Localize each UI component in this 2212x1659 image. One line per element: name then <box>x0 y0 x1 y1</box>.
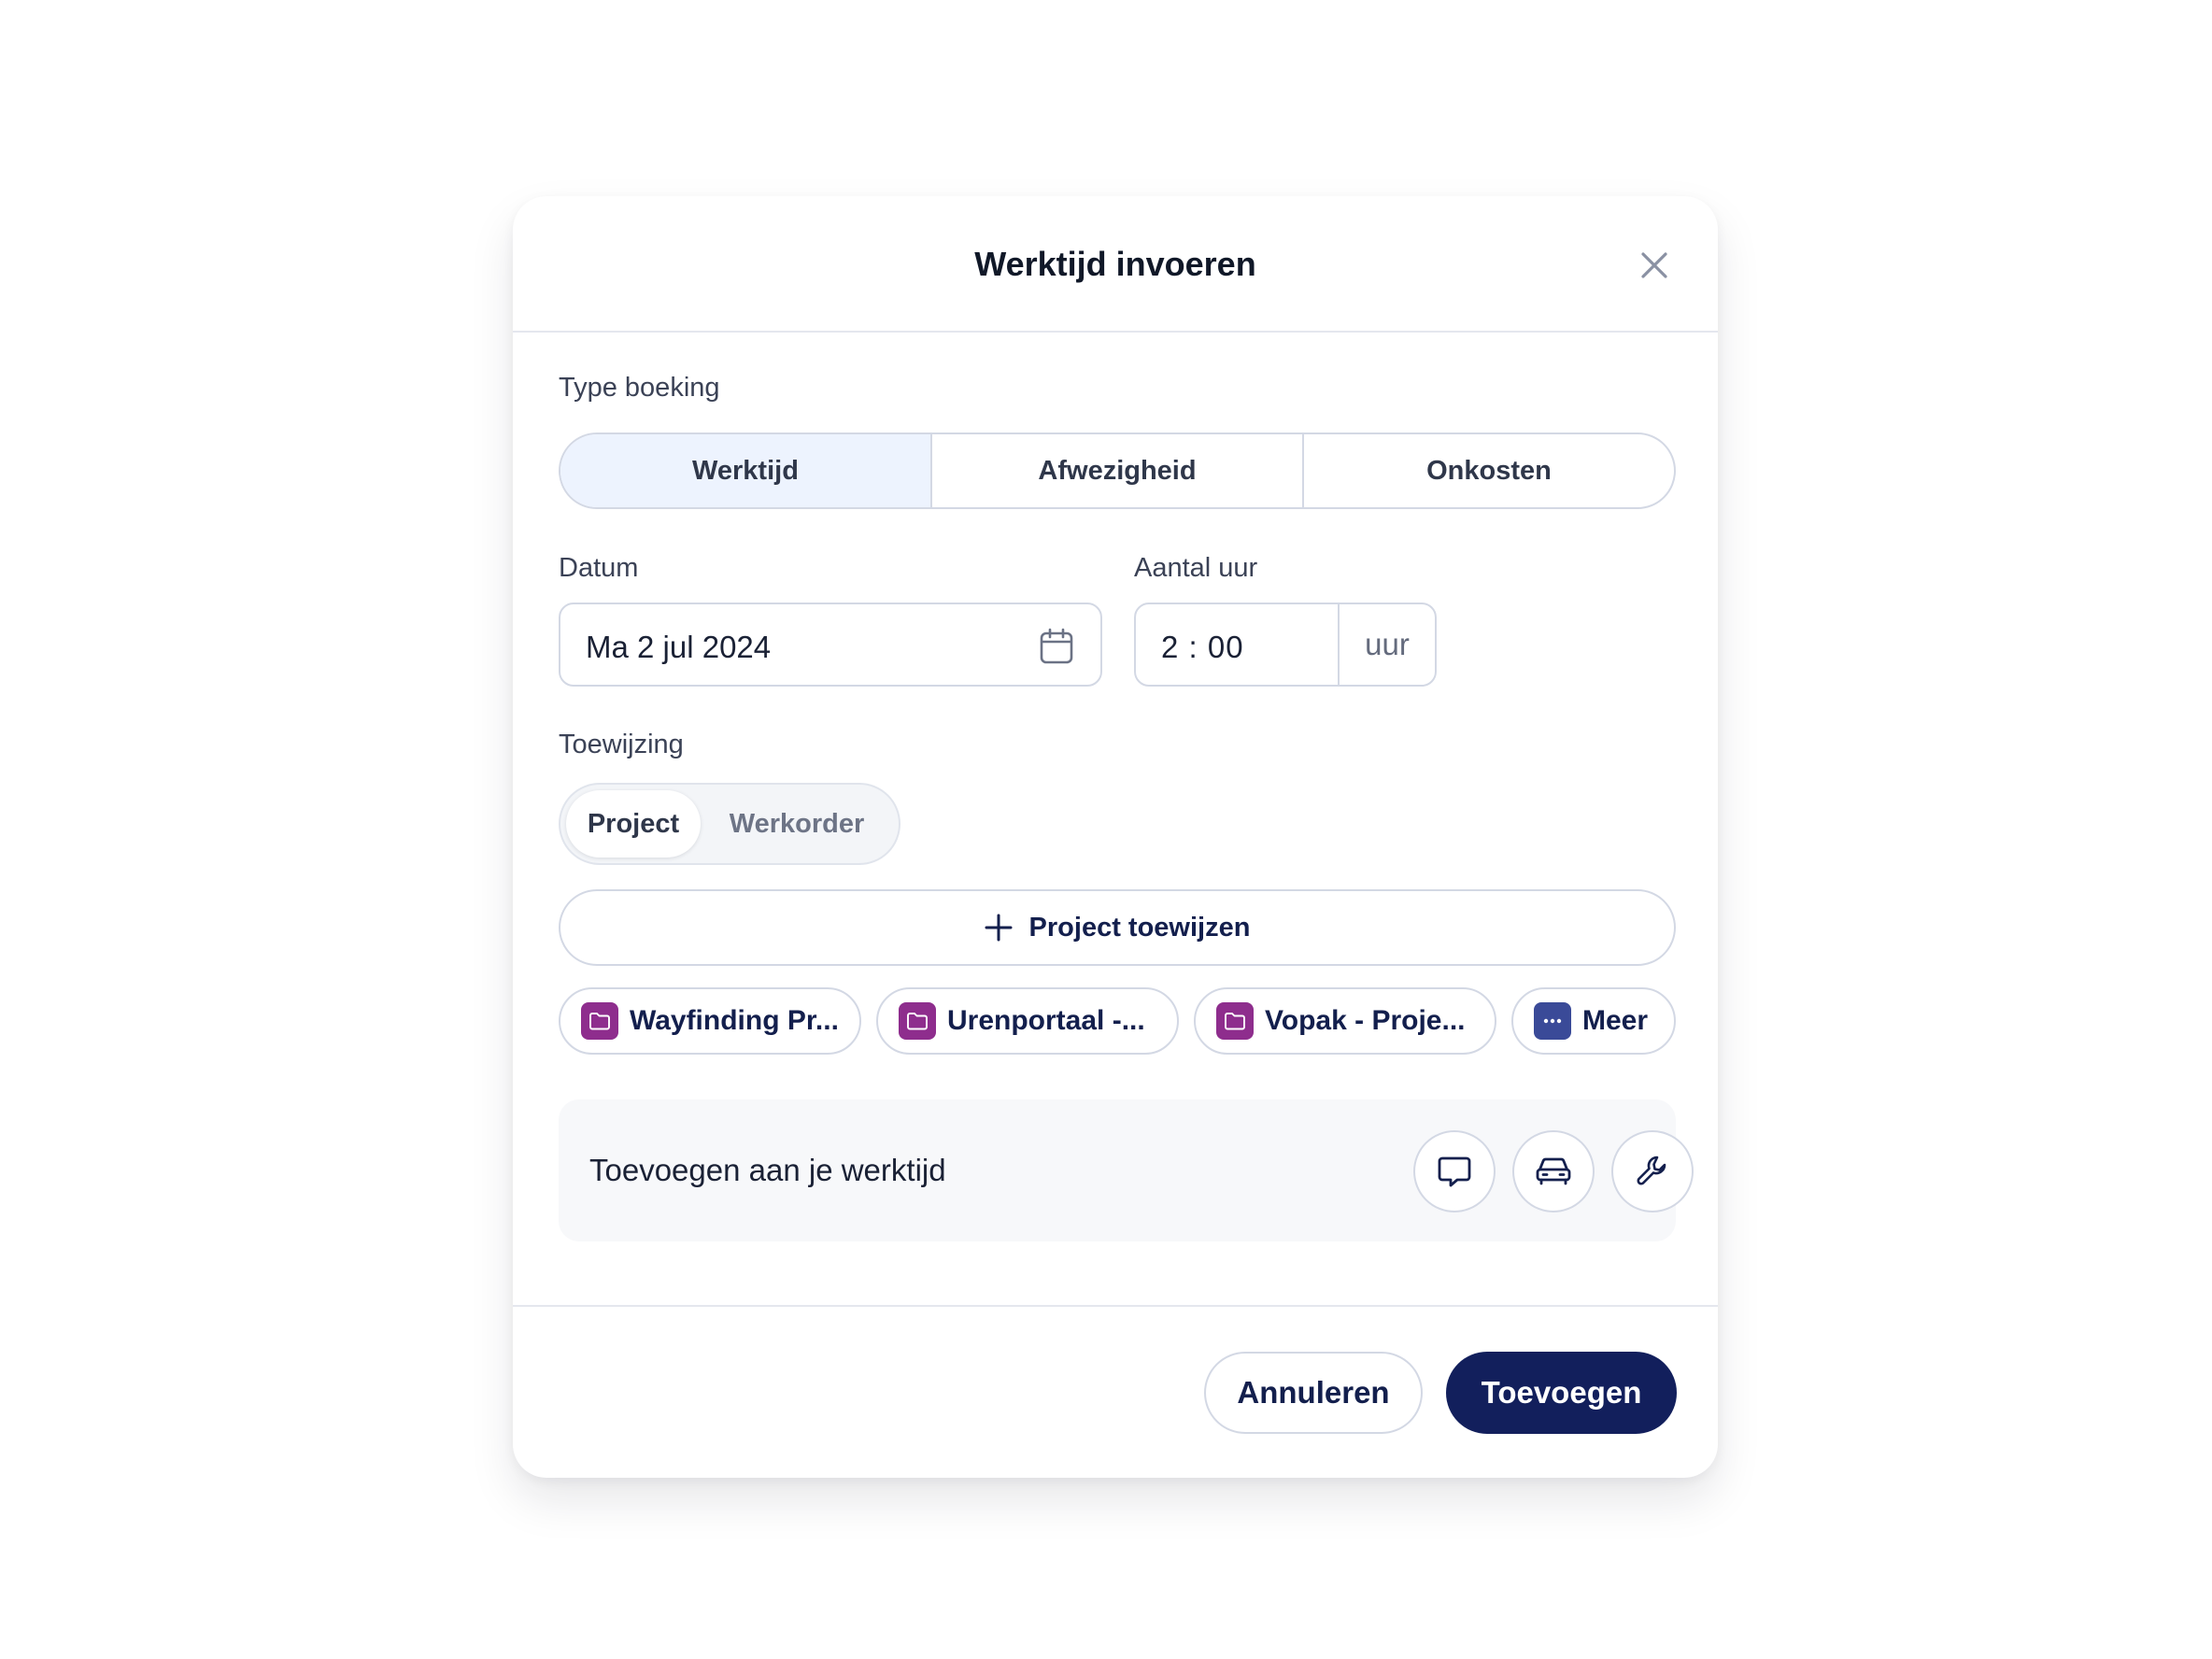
date-value: Ma 2 jul 2024 <box>586 630 772 664</box>
segment-onkosten[interactable]: Onkosten <box>1304 434 1674 507</box>
booking-type-label: Type boeking <box>559 373 720 403</box>
date-label: Datum <box>559 553 639 583</box>
comment-icon <box>1438 1156 1471 1187</box>
segment-werktijd[interactable]: Werktijd <box>560 434 932 507</box>
recent-project-chip[interactable]: Urenportaal -... <box>876 987 1179 1055</box>
calendar-icon[interactable] <box>1039 628 1074 665</box>
hours-field[interactable]: 2 : 00 uur <box>1134 603 1437 687</box>
car-icon <box>1536 1157 1571 1185</box>
dialog-title: Werktijd invoeren <box>974 245 1256 283</box>
recent-project-chip[interactable]: Wayfinding Pr... <box>559 987 861 1055</box>
date-field[interactable]: Ma 2 jul 2024 <box>559 603 1102 687</box>
hours-unit: uur <box>1338 604 1435 685</box>
add-travel-button[interactable] <box>1512 1130 1595 1212</box>
booking-type-segmented-control: Werktijd Afwezigheid Onkosten <box>559 432 1676 509</box>
dialog-header: Werktijd invoeren <box>513 196 1718 333</box>
add-comment-button[interactable] <box>1413 1130 1496 1212</box>
hours-value: 2 : 00 <box>1161 630 1244 664</box>
folder-icon <box>899 1002 936 1040</box>
chip-label: Wayfinding Pr... <box>630 1005 839 1036</box>
toggle-project[interactable]: Project <box>566 790 701 858</box>
add-to-worktime-panel: Toevoegen aan je werktijd <box>559 1099 1694 1241</box>
folder-icon <box>581 1002 618 1040</box>
plus-icon <box>985 914 1013 942</box>
assignment-label: Toewijzing <box>559 730 684 759</box>
footer-divider <box>513 1305 1718 1307</box>
close-icon <box>1641 252 1667 278</box>
assign-project-button[interactable]: Project toewijzen <box>559 889 1676 966</box>
more-icon <box>1534 1002 1571 1040</box>
chip-label: Vopak - Proje... <box>1265 1005 1466 1036</box>
assign-project-label: Project toewijzen <box>1028 912 1251 943</box>
cancel-button[interactable]: Annuleren <box>1204 1352 1423 1434</box>
submit-button[interactable]: Toevoegen <box>1446 1352 1677 1434</box>
recent-project-chip[interactable]: Vopak - Proje... <box>1194 987 1496 1055</box>
add-to-worktime-label: Toevoegen aan je werktijd <box>589 1153 946 1187</box>
chip-label: Urenportaal -... <box>947 1005 1145 1036</box>
close-button[interactable] <box>1636 247 1673 284</box>
more-label: Meer <box>1582 1005 1649 1036</box>
worktime-dialog: Werktijd invoeren Type boeking Werktijd … <box>513 196 1718 1478</box>
toggle-werkorder[interactable]: Werkorder <box>708 790 886 858</box>
segment-afwezigheid[interactable]: Afwezigheid <box>932 434 1304 507</box>
assignment-toggle: Project Werkorder <box>559 783 900 865</box>
wrench-icon <box>1637 1156 1666 1185</box>
add-material-button[interactable] <box>1611 1130 1694 1212</box>
folder-icon <box>1216 1002 1254 1040</box>
more-projects-chip[interactable]: Meer <box>1511 987 1676 1055</box>
hours-label: Aantal uur <box>1134 553 1258 583</box>
